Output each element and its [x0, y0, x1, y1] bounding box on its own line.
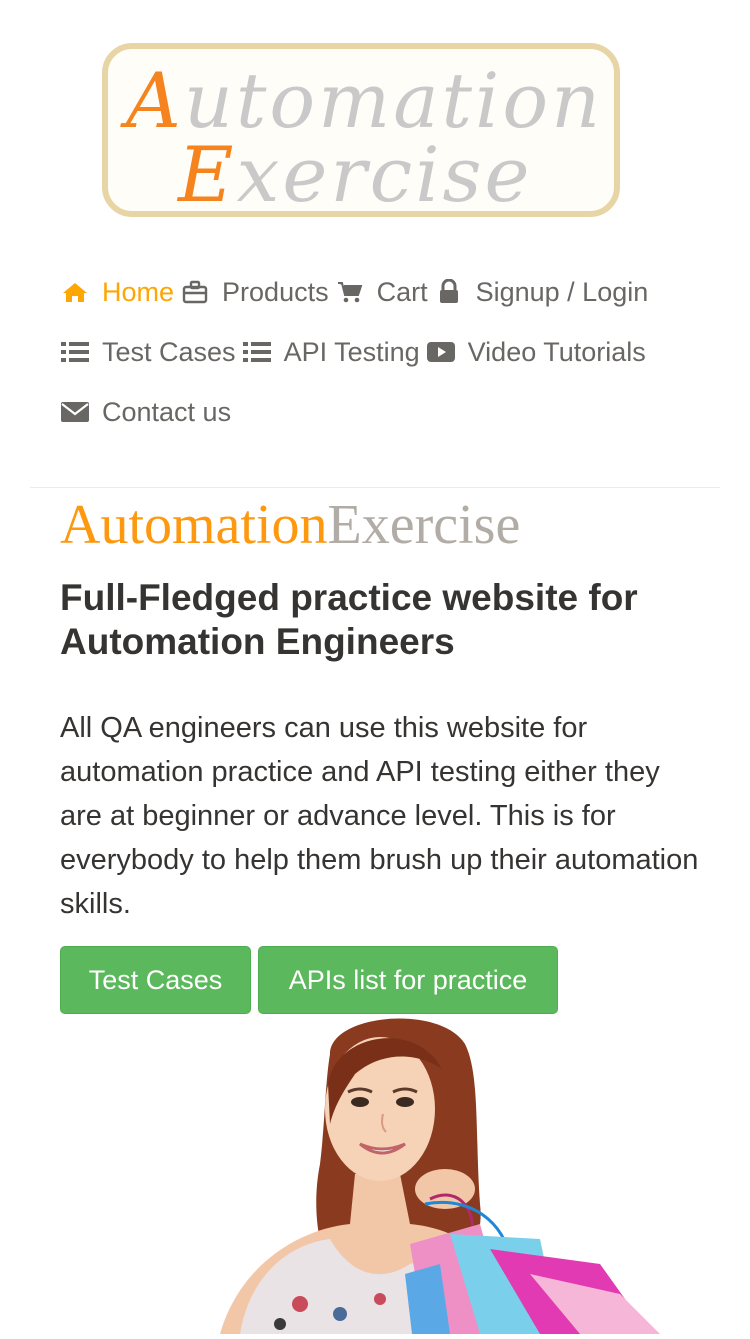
site-logo[interactable]: Automation Exercise [102, 43, 620, 217]
logo-line-2: Exercise [178, 137, 533, 213]
list-icon [242, 337, 272, 367]
briefcase-icon [180, 277, 210, 307]
envelope-icon [60, 397, 90, 427]
hero-description: All QA engineers can use this website fo… [60, 712, 699, 920]
logo-letter-e: E [178, 130, 237, 219]
header-divider [30, 487, 720, 488]
nav-contact-us[interactable]: Contact us [60, 397, 231, 428]
brand-title-automation: Automation [60, 494, 328, 556]
home-icon [60, 277, 90, 307]
nav-home-label: Home [102, 276, 175, 307]
test-cases-button[interactable]: Test Cases [60, 946, 251, 1014]
nav-contact-us-label: Contact us [102, 396, 232, 427]
logo-letter-a: A [126, 56, 184, 145]
nav-video-tutorials[interactable]: Video Tutorials [426, 337, 646, 368]
nav-test-cases-label: Test Cases [102, 336, 236, 367]
nav-api-testing-label: API Testing [283, 336, 420, 367]
nav-row-1: Home Products Cart Signup / Login [60, 262, 700, 322]
hero-image [180, 1014, 680, 1334]
nav-signup-login[interactable]: Signup / Login [434, 276, 649, 308]
lock-icon [434, 277, 464, 307]
nav-row-2: Test Cases API Testing Video Tutorials [60, 322, 700, 382]
nav-test-cases[interactable]: Test Cases [60, 337, 236, 368]
nav-cart-label: Cart [376, 276, 428, 307]
logo-text-xercise: xercise [236, 130, 533, 219]
nav-video-tutorials-label: Video Tutorials [467, 336, 646, 367]
list-icon [60, 337, 90, 367]
nav-signup-login-label: Signup / Login [475, 276, 649, 307]
nav-products[interactable]: Products [180, 277, 329, 308]
nav-api-testing[interactable]: API Testing [242, 337, 420, 368]
nav-cart[interactable]: Cart [335, 277, 428, 308]
apis-list-button[interactable]: APIs list for practice [258, 946, 558, 1014]
brand-title-exercise: Exercise [327, 494, 521, 556]
logo-line-1: Automation [126, 63, 603, 139]
nav-home[interactable]: Home [60, 277, 174, 308]
nav-products-label: Products [222, 276, 329, 307]
nav-row-3: Contact us [60, 382, 700, 442]
main-nav: Home Products Cart Signup / Login Test C… [60, 262, 700, 442]
youtube-play-icon [426, 337, 456, 367]
cart-icon [335, 277, 365, 307]
hero-headline: Full-Fledged practice website for Automa… [60, 577, 638, 662]
brand-title: AutomationExercise [60, 495, 520, 555]
